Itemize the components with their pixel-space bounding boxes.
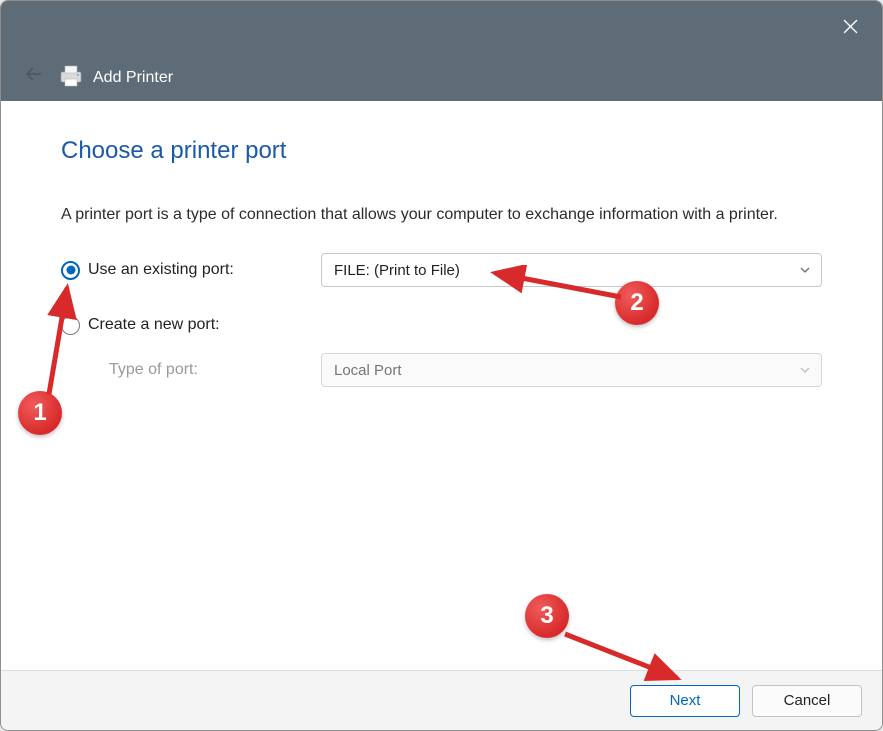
existing-port-select[interactable]: FILE: (Print to File) — [321, 253, 822, 287]
page-description: A printer port is a type of connection t… — [61, 203, 822, 227]
option-create-port-row: Create a new port: — [61, 309, 822, 341]
radio-existing-port-label: Use an existing port: — [88, 261, 234, 279]
wizard-content: Choose a printer port A printer port is … — [1, 101, 882, 387]
close-icon — [843, 19, 858, 39]
radio-create-port-label: Create a new port: — [88, 316, 220, 334]
printer-icon — [59, 65, 83, 87]
port-type-select: Local Port — [321, 353, 822, 387]
port-type-label: Type of port: — [61, 361, 321, 379]
wizard-footer: Next Cancel — [1, 670, 882, 730]
existing-port-value: FILE: (Print to File) — [334, 262, 460, 279]
radio-existing-port[interactable] — [61, 261, 80, 280]
chevron-down-icon — [799, 364, 811, 376]
page-heading: Choose a printer port — [61, 137, 822, 165]
add-printer-wizard-window: Add Printer Choose a printer port A prin… — [0, 0, 883, 731]
cancel-button[interactable]: Cancel — [752, 685, 862, 717]
next-button[interactable]: Next — [630, 685, 740, 717]
back-arrow-icon — [24, 64, 44, 89]
chevron-down-icon — [799, 264, 811, 276]
titlebar: Add Printer — [1, 1, 882, 101]
port-type-row: Type of port: Local Port — [61, 353, 822, 387]
annotation-badge-3: 3 — [525, 594, 569, 638]
next-button-label: Next — [670, 692, 701, 709]
annotation-badge-1: 1 — [18, 391, 62, 435]
back-button[interactable] — [23, 65, 45, 87]
option-create-port[interactable]: Create a new port: — [61, 316, 321, 335]
option-existing-port[interactable]: Use an existing port: — [61, 261, 321, 280]
port-type-value: Local Port — [334, 362, 402, 379]
radio-create-port[interactable] — [61, 316, 80, 335]
option-existing-port-row: Use an existing port: FILE: (Print to Fi… — [61, 253, 822, 287]
close-button[interactable] — [830, 11, 870, 47]
cancel-button-label: Cancel — [784, 692, 831, 709]
window-title: Add Printer — [93, 69, 173, 87]
